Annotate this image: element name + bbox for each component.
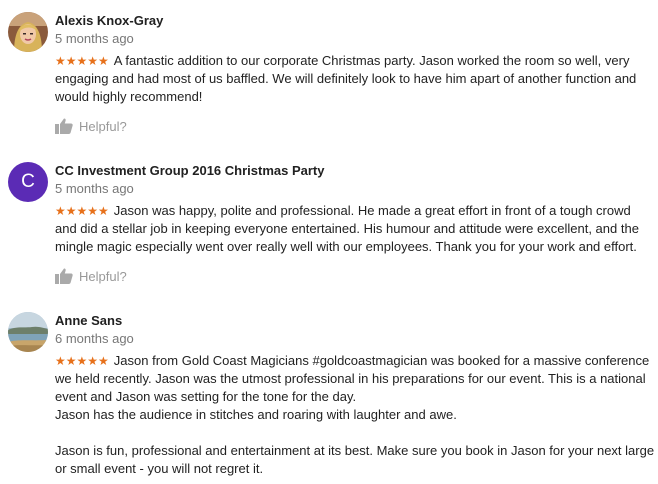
review-author[interactable]: Anne Sans xyxy=(55,313,122,328)
review-date: 6 months ago xyxy=(55,331,134,346)
helpful-label: Helpful? xyxy=(79,268,127,284)
helpful-button[interactable]: Helpful? xyxy=(55,117,127,135)
review-paragraph: A fantastic addition to our corporate Ch… xyxy=(55,53,637,104)
review-paragraph: Jason from Gold Coast Magicians #goldcoa… xyxy=(55,353,650,404)
review-author[interactable]: CC Investment Group 2016 Christmas Party xyxy=(55,163,324,178)
avatar-letter: C xyxy=(21,171,35,192)
review-paragraph: Jason has the audience in stitches and r… xyxy=(55,407,457,422)
user-photo-icon xyxy=(8,12,48,52)
star-rating: ★★★★★ xyxy=(55,54,109,68)
landscape-photo-icon xyxy=(8,312,48,352)
avatar[interactable] xyxy=(8,12,48,52)
thumbs-up-icon xyxy=(55,268,73,284)
review-date: 5 months ago xyxy=(55,181,134,196)
helpful-label: Helpful? xyxy=(79,118,127,134)
avatar[interactable] xyxy=(8,312,48,352)
review-author[interactable]: Alexis Knox-Gray xyxy=(55,13,163,28)
review-paragraph: Jason was happy, polite and professional… xyxy=(55,203,639,254)
star-rating: ★★★★★ xyxy=(55,354,109,368)
avatar[interactable]: C xyxy=(8,162,48,202)
review-text: ★★★★★ Jason was happy, polite and profess… xyxy=(55,202,655,256)
review-text: ★★★★★ A fantastic addition to our corpora… xyxy=(55,52,655,106)
thumbs-up-icon xyxy=(55,118,73,134)
review-text: ★★★★★ Jason from Gold Coast Magicians #go… xyxy=(55,352,655,478)
review-paragraph: Jason is fun, professional and entertain… xyxy=(55,443,655,476)
star-rating: ★★★★★ xyxy=(55,204,109,218)
helpful-button[interactable]: Helpful? xyxy=(55,267,127,285)
review-date: 5 months ago xyxy=(55,31,134,46)
